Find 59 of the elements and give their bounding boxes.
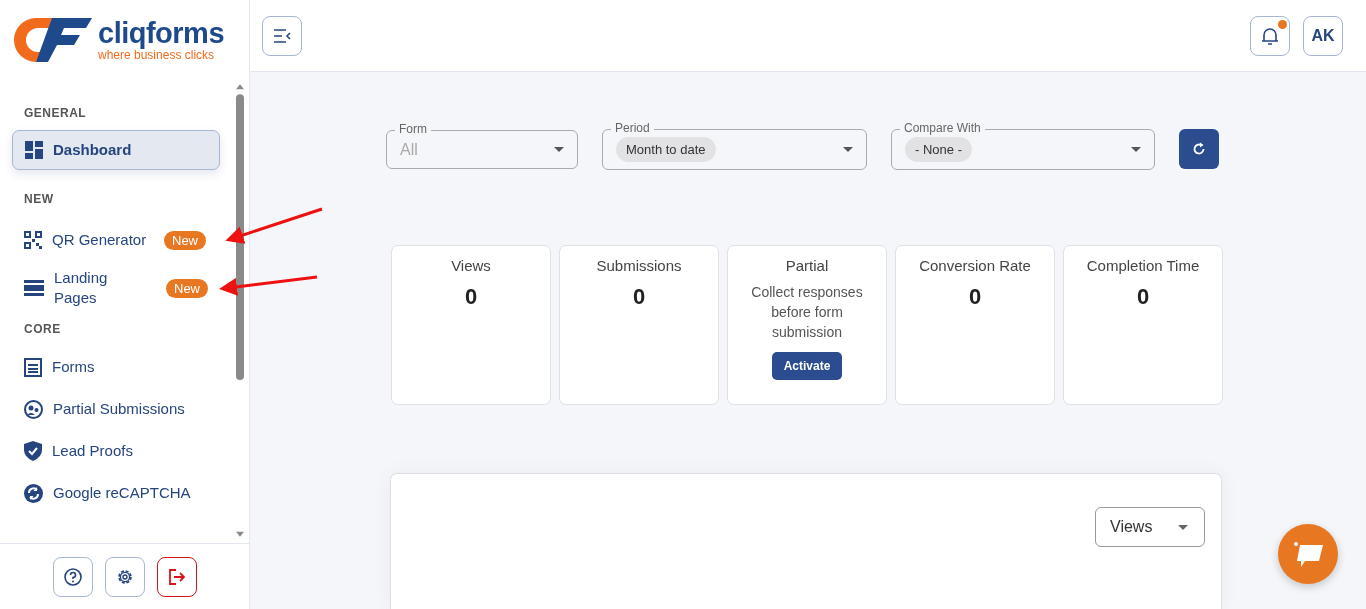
chat-icon bbox=[1291, 540, 1325, 568]
shield-check-icon bbox=[24, 441, 42, 461]
layout-icon bbox=[24, 279, 44, 297]
sidebar-item[interactable]: Forms bbox=[12, 346, 220, 388]
chat-button[interactable] bbox=[1278, 524, 1338, 584]
bell-icon bbox=[1261, 25, 1279, 46]
sidebar-item[interactable]: Lead Proofs bbox=[12, 430, 220, 472]
dashboard-icon bbox=[25, 141, 43, 159]
user-avatar-button[interactable]: AK bbox=[1303, 15, 1343, 56]
caret-icon bbox=[1131, 147, 1141, 152]
brand-tagline: where business clicks bbox=[98, 48, 215, 62]
activate-button[interactable]: Activate bbox=[771, 352, 843, 380]
stat-label: Partial bbox=[785, 257, 829, 274]
new-badge: New bbox=[164, 230, 206, 250]
sidebar-item[interactable]: QR Generator New bbox=[12, 216, 220, 264]
section-heading: NEW bbox=[23, 192, 55, 206]
filter-select[interactable]: Compare With - None - bbox=[891, 120, 1155, 170]
help-button[interactable] bbox=[52, 556, 93, 597]
settings-button[interactable] bbox=[104, 556, 145, 597]
refresh-icon bbox=[24, 483, 43, 503]
filter-select[interactable]: Form All bbox=[386, 121, 578, 169]
sidebar-toggle-button[interactable] bbox=[262, 15, 302, 56]
selected-chip: Month to date bbox=[616, 137, 716, 162]
refresh-button[interactable] bbox=[1179, 129, 1219, 169]
help-icon bbox=[63, 567, 82, 586]
field-label: Compare With bbox=[900, 120, 985, 135]
selected-chip: - None - bbox=[905, 137, 972, 162]
sidebar-item[interactable]: Partial Submissions bbox=[12, 388, 220, 430]
logout-button[interactable] bbox=[156, 556, 197, 597]
caret-icon bbox=[843, 147, 853, 152]
section-heading: CORE bbox=[23, 322, 62, 336]
new-badge: New bbox=[166, 278, 208, 298]
qr-code-icon bbox=[24, 231, 42, 249]
stat-value: 0 bbox=[1136, 284, 1150, 310]
stat-value: 0 bbox=[464, 284, 478, 310]
stat-value: 0 bbox=[968, 284, 982, 310]
stat-label: Submissions bbox=[596, 257, 682, 274]
section-heading: GENERAL bbox=[23, 106, 88, 120]
stat-label: Views bbox=[451, 257, 491, 274]
stat-label: Completion Time bbox=[1086, 257, 1200, 274]
logout-icon bbox=[167, 567, 186, 586]
stat-value: 0 bbox=[632, 284, 646, 310]
menu-collapse-icon bbox=[273, 28, 291, 43]
users-icon bbox=[24, 399, 43, 419]
form-icon bbox=[24, 357, 42, 377]
settings-icon bbox=[115, 567, 134, 586]
sidebar-item[interactable]: Google reCAPTCHA bbox=[12, 472, 220, 514]
metric-select[interactable]: Views bbox=[1095, 507, 1205, 547]
stat-label: Conversion Rate bbox=[919, 257, 1031, 274]
filter-select[interactable]: Period Month to date bbox=[602, 120, 867, 170]
refresh-icon bbox=[1192, 142, 1206, 156]
caret-icon bbox=[554, 147, 564, 152]
sidebar-item[interactable]: Dashboard bbox=[12, 130, 220, 170]
sidebar-item[interactable]: Landing Pages New bbox=[12, 264, 220, 312]
field-label: Form bbox=[395, 121, 431, 136]
stat-description: Collect responses before form submission bbox=[750, 283, 864, 342]
notification-button[interactable] bbox=[1250, 15, 1290, 56]
field-label: Period bbox=[611, 120, 654, 135]
caret-icon bbox=[1178, 524, 1188, 530]
